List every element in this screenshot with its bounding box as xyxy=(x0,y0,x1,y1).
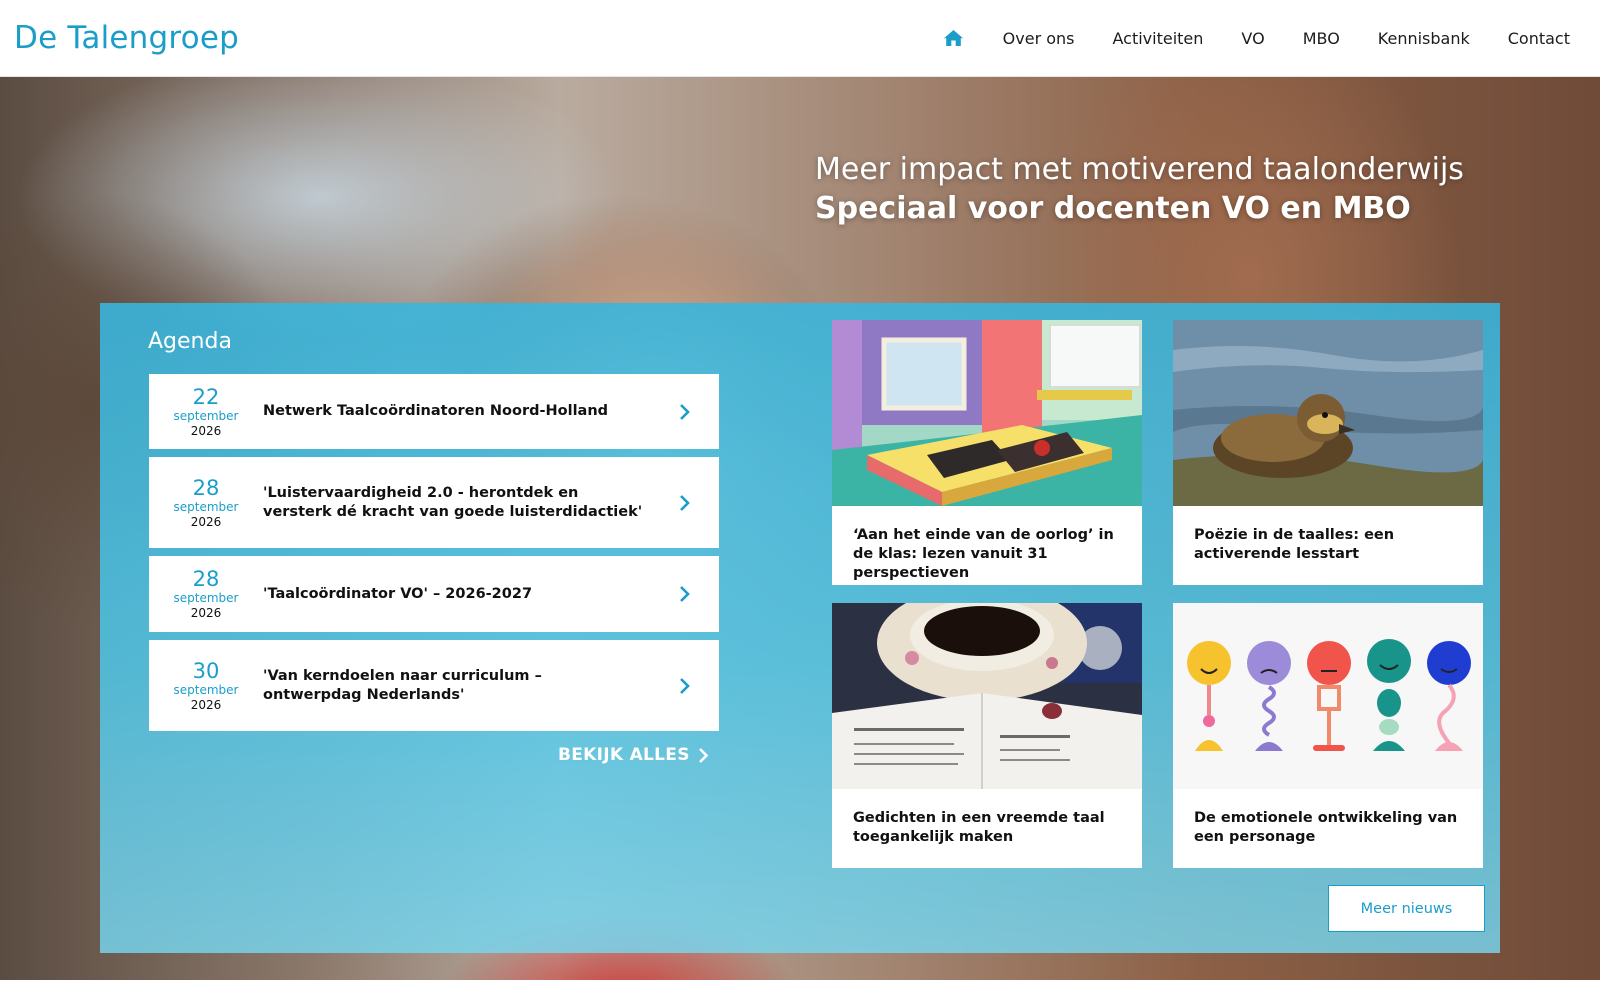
nav-item-over-ons[interactable]: Over ons xyxy=(1003,29,1075,48)
agenda-day: 28 xyxy=(192,567,220,591)
agenda-month: september xyxy=(173,499,239,514)
news-card[interactable]: Gedichten in een vreemde taal toegankeli… xyxy=(832,603,1142,868)
nav-item-mbo[interactable]: MBO xyxy=(1303,29,1340,48)
main-nav: Over ons Activiteiten VO MBO Kennisbank … xyxy=(943,28,1570,48)
agenda-date: 30 september 2026 xyxy=(149,659,263,713)
agenda-year: 2026 xyxy=(190,606,222,620)
news-card[interactable]: De emotionele ontwikkeling van een perso… xyxy=(1173,603,1483,868)
agenda-title: Netwerk Taalcoördinatoren Noord-Holland xyxy=(263,403,609,419)
news-card-image-duckling xyxy=(1173,320,1483,506)
news-card-title: ‘Aan het einde van de oorlog’ in de klas… xyxy=(853,527,1114,581)
page-bottom-strip xyxy=(0,980,1600,1000)
agenda-list: 22 september 2026 Netwerk Taalcoördinato… xyxy=(149,374,719,739)
hero-line-1: Meer impact met motiverend taalonderwijs xyxy=(815,152,1464,187)
news-card-image-classroom xyxy=(832,320,1142,506)
agenda-day: 30 xyxy=(192,658,220,683)
nav-item-vo[interactable]: VO xyxy=(1241,29,1264,48)
hero-title: Meer impact met motiverend taalonderwijs… xyxy=(815,151,1464,229)
nav-item-activiteiten[interactable]: Activiteiten xyxy=(1113,29,1204,48)
agenda-title: 'Luistervaardigheid 2.0 - herontdek en v… xyxy=(263,484,643,520)
nav-item-contact[interactable]: Contact xyxy=(1508,29,1570,48)
more-news-button[interactable]: Meer nieuws xyxy=(1328,885,1485,932)
agenda-title: 'Taalcoördinator VO' – 2026-2027 xyxy=(263,585,533,602)
agenda-year: 2026 xyxy=(190,514,222,529)
agenda-item[interactable]: 22 september 2026 Netwerk Taalcoördinato… xyxy=(149,374,719,449)
view-all-agenda-link[interactable]: BEKIJK ALLES xyxy=(558,745,709,765)
nav-item-kennisbank[interactable]: Kennisbank xyxy=(1378,29,1470,48)
news-card-image-tea-book xyxy=(832,603,1142,789)
agenda-date: 22 september 2026 xyxy=(149,385,263,439)
news-card[interactable]: Poëzie in de taalles: een activerende le… xyxy=(1173,320,1483,585)
site-logo[interactable]: De Talengroep xyxy=(14,20,239,56)
news-card-title: Gedichten in een vreemde taal toegankeli… xyxy=(853,810,1105,845)
content-panel: Agenda 22 september 2026 Netwerk Taalcoö… xyxy=(100,303,1500,953)
agenda-heading: Agenda xyxy=(148,329,232,354)
agenda-date: 28 september 2026 xyxy=(149,567,263,621)
chevron-right-icon xyxy=(680,494,690,511)
agenda-day: 22 xyxy=(192,384,220,409)
news-card-image-emotions xyxy=(1173,603,1483,789)
agenda-day: 28 xyxy=(192,475,220,500)
news-card[interactable]: ‘Aan het einde van de oorlog’ in de klas… xyxy=(832,320,1142,585)
agenda-item[interactable]: 28 september 2026 'Luistervaardigheid 2.… xyxy=(149,457,719,548)
chevron-right-icon xyxy=(680,677,690,694)
agenda-item[interactable]: 28 september 2026 'Taalcoördinator VO' –… xyxy=(149,556,719,632)
view-all-label: BEKIJK ALLES xyxy=(558,745,690,765)
agenda-month: september xyxy=(173,591,239,605)
agenda-title: 'Van kerndoelen naar curriculum – ontwer… xyxy=(263,667,542,703)
agenda-item[interactable]: 30 september 2026 'Van kerndoelen naar c… xyxy=(149,640,719,731)
home-icon[interactable] xyxy=(943,28,965,48)
agenda-year: 2026 xyxy=(190,423,222,438)
hero-line-2: Speciaal voor docenten VO en MBO xyxy=(815,191,1411,226)
agenda-date: 28 september 2026 xyxy=(149,476,263,530)
chevron-right-icon xyxy=(698,747,709,763)
agenda-month: september xyxy=(173,682,239,697)
chevron-right-icon xyxy=(680,586,690,602)
site-header: De Talengroep Over ons Activiteiten VO M… xyxy=(0,0,1600,77)
news-card-title: Poëzie in de taalles: een activerende le… xyxy=(1194,527,1395,562)
news-card-title: De emotionele ontwikkeling van een perso… xyxy=(1194,810,1458,845)
agenda-month: september xyxy=(173,408,239,423)
chevron-right-icon xyxy=(680,403,690,420)
agenda-year: 2026 xyxy=(190,697,222,712)
